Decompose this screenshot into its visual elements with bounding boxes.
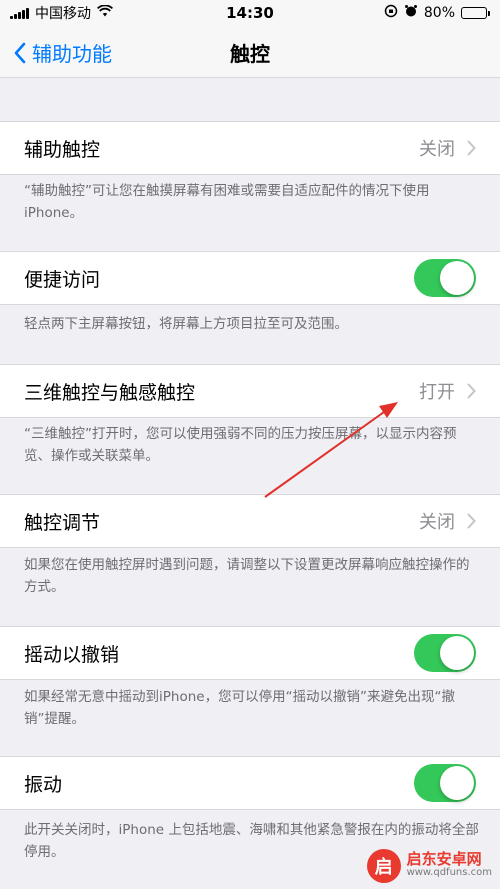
back-button-label: 辅助功能 <box>32 42 112 66</box>
watermark-url: www.qdfuns.com <box>406 867 492 878</box>
setting-row-shake-to-undo: 摇动以撤销 <box>0 626 500 680</box>
setting-row-assistive-touch[interactable]: 辅助触控 关闭 <box>0 121 500 175</box>
battery-icon <box>461 7 490 19</box>
status-left: 中国移动 <box>10 3 114 23</box>
watermark: 启 启东安卓网 www.qdfuns.com <box>366 849 492 883</box>
chevron-left-icon <box>14 42 26 63</box>
chevron-right-icon <box>467 383 476 399</box>
vibration-toggle[interactable] <box>414 764 476 802</box>
setting-footer: “辅助触控”可让您在触摸屏幕有困难或需要自适应配件的情况下使用 iPhone。 <box>24 183 430 221</box>
chevron-right-icon <box>467 140 476 156</box>
cellular-signal-icon <box>10 7 29 19</box>
setting-row-vibration: 振动 <box>0 756 500 810</box>
carrier-name: 中国移动 <box>35 6 91 22</box>
setting-label: 振动 <box>24 773 63 796</box>
setting-label: 三维触控与触感触控 <box>24 381 196 404</box>
back-button[interactable]: 辅助功能 <box>14 38 112 67</box>
setting-row-reachability: 便捷访问 <box>0 251 500 305</box>
setting-footer: 轻点两下主屏幕按钮，将屏幕上方项目拉至可及范围。 <box>24 316 348 332</box>
setting-label: 摇动以撤销 <box>24 643 120 666</box>
watermark-name: 启东安卓网 <box>406 850 482 868</box>
setting-footer: “三维触控”打开时，您可以使用强弱不同的压力按压屏幕，以显示内容预览、操作或关联… <box>24 426 457 464</box>
setting-label: 辅助触控 <box>24 138 101 161</box>
setting-label: 触控调节 <box>24 511 101 534</box>
setting-value-group: 关闭 <box>419 135 476 161</box>
status-bar: 中国移动 14:30 80% <box>0 0 500 26</box>
watermark-logo-icon: 启 <box>366 849 401 883</box>
orientation-lock-icon <box>384 4 398 22</box>
setting-value-group: 打开 <box>419 378 476 404</box>
chevron-right-icon <box>467 513 476 529</box>
wifi-icon <box>96 4 114 21</box>
setting-value: 打开 <box>419 382 455 403</box>
setting-footer: 如果您在使用触控屏时遇到问题，请调整以下设置更改屏幕响应触控操作的方式。 <box>24 557 470 595</box>
reachability-toggle[interactable] <box>414 259 476 297</box>
watermark-text: 启东安卓网 www.qdfuns.com <box>407 852 492 880</box>
navigation-bar: 辅助功能 触控 <box>0 26 500 78</box>
setting-footer: 如果经常无意中摇动到iPhone，您可以停用“摇动以撤销”来避免出现“撤销”提醒… <box>24 689 456 727</box>
setting-row-3d-touch[interactable]: 三维触控与触感触控 打开 <box>0 364 500 418</box>
setting-value: 关闭 <box>419 512 455 533</box>
status-right: 80% <box>384 4 490 22</box>
setting-value: 关闭 <box>419 139 455 160</box>
battery-percent: 80% <box>423 5 455 21</box>
setting-label: 便捷访问 <box>24 268 101 291</box>
setting-row-touch-accommodations[interactable]: 触控调节 关闭 <box>0 494 500 548</box>
alarm-icon <box>404 4 418 22</box>
shake-to-undo-toggle[interactable] <box>414 634 476 672</box>
setting-value-group: 关闭 <box>419 508 476 534</box>
